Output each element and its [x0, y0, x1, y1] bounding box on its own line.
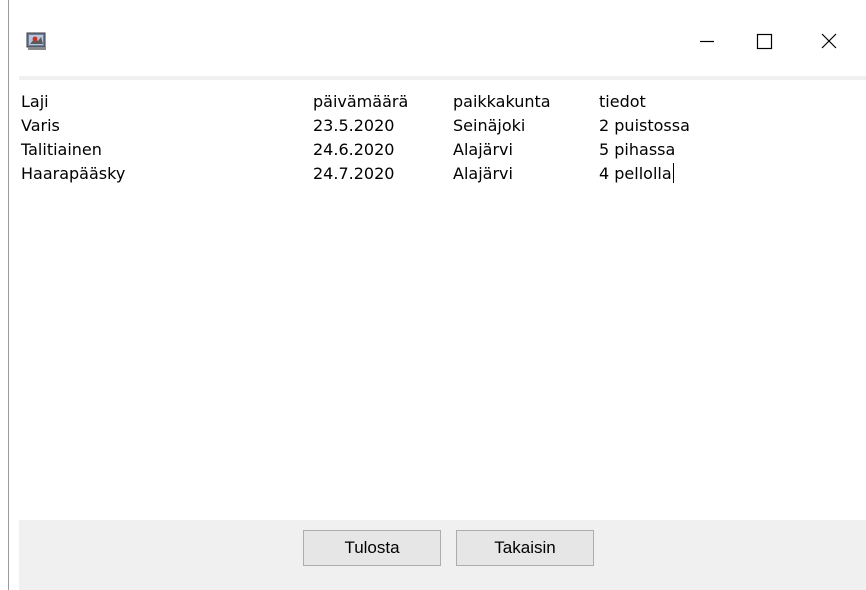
- back-button[interactable]: Takaisin: [456, 530, 594, 566]
- observations-text-area[interactable]: Laji päivämäärä paikkakunta tiedot Varis…: [19, 80, 866, 520]
- header-laji: Laji: [21, 92, 49, 111]
- row-info-with-caret: 4 pellolla: [599, 162, 674, 186]
- row-location: Seinäjoki: [453, 116, 526, 135]
- header-paivamaara: päivämäärä: [313, 92, 409, 111]
- row-species: Haarapääsky: [21, 164, 126, 183]
- table-row: Haarapääsky 24.7.2020 Alajärvi 4 pelloll…: [19, 162, 866, 186]
- close-button[interactable]: [799, 20, 859, 66]
- row-species: Talitiainen: [21, 140, 102, 159]
- row-date: 24.6.2020: [313, 140, 395, 159]
- button-bar: Tulosta Takaisin: [19, 528, 866, 578]
- row-location: Alajärvi: [453, 140, 513, 159]
- row-species: Varis: [21, 116, 60, 135]
- row-info: 5 pihassa: [599, 140, 676, 159]
- header-tiedot: tiedot: [599, 92, 646, 111]
- row-date: 23.5.2020: [313, 116, 395, 135]
- header-row: Laji päivämäärä paikkakunta tiedot: [19, 90, 866, 114]
- table-row: Varis 23.5.2020 Seinäjoki 2 puistossa: [19, 114, 866, 138]
- row-info: 4 pellolla: [599, 164, 672, 183]
- close-icon: [819, 31, 839, 56]
- app-window: Laji päivämäärä paikkakunta tiedot Varis…: [8, 0, 866, 590]
- minimize-icon: [697, 31, 717, 56]
- row-date: 24.7.2020: [313, 164, 395, 183]
- text-caret: [672, 163, 674, 183]
- minimize-button[interactable]: [677, 20, 737, 66]
- row-info: 2 puistossa: [599, 116, 690, 135]
- maximize-button[interactable]: [734, 20, 794, 66]
- title-bar[interactable]: [9, 0, 866, 76]
- header-paikkakunta: paikkakunta: [453, 92, 551, 111]
- content-panel: Laji päivämäärä paikkakunta tiedot Varis…: [19, 76, 866, 590]
- row-location: Alajärvi: [453, 164, 513, 183]
- java-app-icon: [26, 30, 48, 52]
- print-button[interactable]: Tulosta: [303, 530, 441, 566]
- table-row: Talitiainen 24.6.2020 Alajärvi 5 pihassa: [19, 138, 866, 162]
- maximize-icon: [754, 31, 774, 56]
